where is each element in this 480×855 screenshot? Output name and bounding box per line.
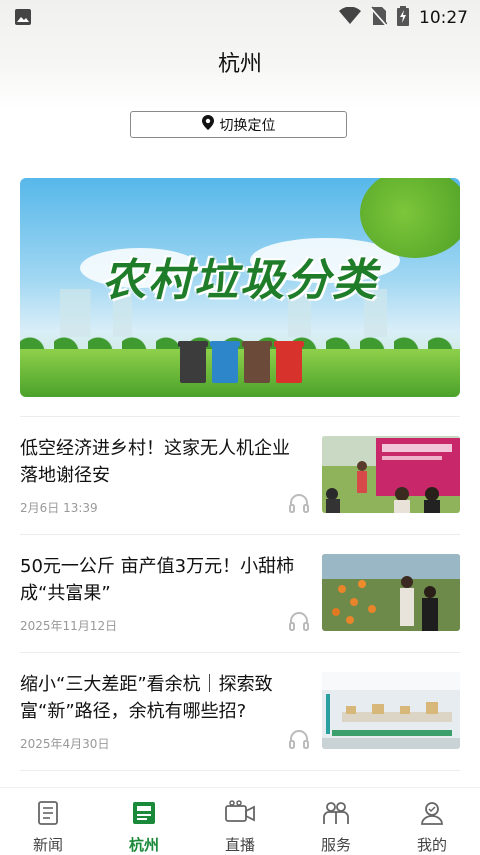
switch-location-button[interactable]: 切换定位 [130,111,347,138]
news-thumbnail [322,554,460,631]
headphones-icon[interactable] [288,611,310,635]
tab-news[interactable]: 新闻 [0,788,96,855]
city-icon [130,800,158,830]
news-icon [36,800,60,830]
divider [20,770,460,772]
tab-label: 新闻 [32,836,63,854]
kitchen-bin-icon [242,341,272,383]
tab-live[interactable]: 直播 [192,788,288,855]
news-title: 50元一公斤 亩产值3万元！小甜柿成“共富果” [20,556,295,604]
headphones-icon[interactable] [288,729,310,753]
news-thumbnail [322,672,460,749]
tab-label: 我的 [416,836,447,854]
status-bar: 10:27 [0,0,480,32]
news-title: 缩小“三大差距”看余杭｜探索致富“新”路径，余杭有哪些招? [20,674,273,722]
tab-hangzhou[interactable]: 杭州 [96,788,192,855]
headphones-icon[interactable] [288,493,310,517]
news-item[interactable]: 缩小“三大差距”看余杭｜探索致富“新”路径，余杭有哪些招? 2025年4月30日 [20,652,460,771]
news-thumbnail [322,436,460,513]
service-icon [322,800,350,830]
hazardous-bin-icon [274,341,304,383]
location-pin-icon [201,115,214,134]
news-date: 2025年4月30日 [20,737,110,751]
tab-label: 杭州 [128,836,159,854]
news-title: 低空经济进乡村！这家无人机企业落地谢径安 [20,438,290,486]
battery-charging-icon [397,6,409,30]
switch-location-label: 切换定位 [219,117,276,134]
tab-service[interactable]: 服务 [288,788,384,855]
profile-icon [419,800,445,830]
status-time: 10:27 [419,8,468,28]
live-camera-icon [224,800,256,830]
page-title: 杭州 [217,52,262,77]
banner-grass [20,349,460,397]
banner-title: 农村垃圾分类 [102,255,378,306]
gallery-icon [14,8,32,30]
recycle-bin-icon [210,341,240,383]
promo-banner[interactable]: 农村垃圾分类 [20,178,460,397]
wifi-icon [339,6,361,29]
tab-label: 直播 [224,836,255,854]
bottom-tab-bar: 新闻 杭州 直播 服务 我的 [0,787,480,855]
news-date: 2月6日 13:39 [20,501,98,515]
tab-mine[interactable]: 我的 [384,788,480,855]
tab-label: 服务 [320,836,351,854]
news-item[interactable]: 50元一公斤 亩产值3万元！小甜柿成“共富果” 2025年11月12日 [20,534,460,653]
no-sim-icon [370,6,388,30]
news-date: 2025年11月12日 [20,619,118,633]
news-item[interactable]: 低空经济进乡村！这家无人机企业落地谢径安 2月6日 13:39 [20,416,460,535]
trash-bin-icon [178,341,208,383]
